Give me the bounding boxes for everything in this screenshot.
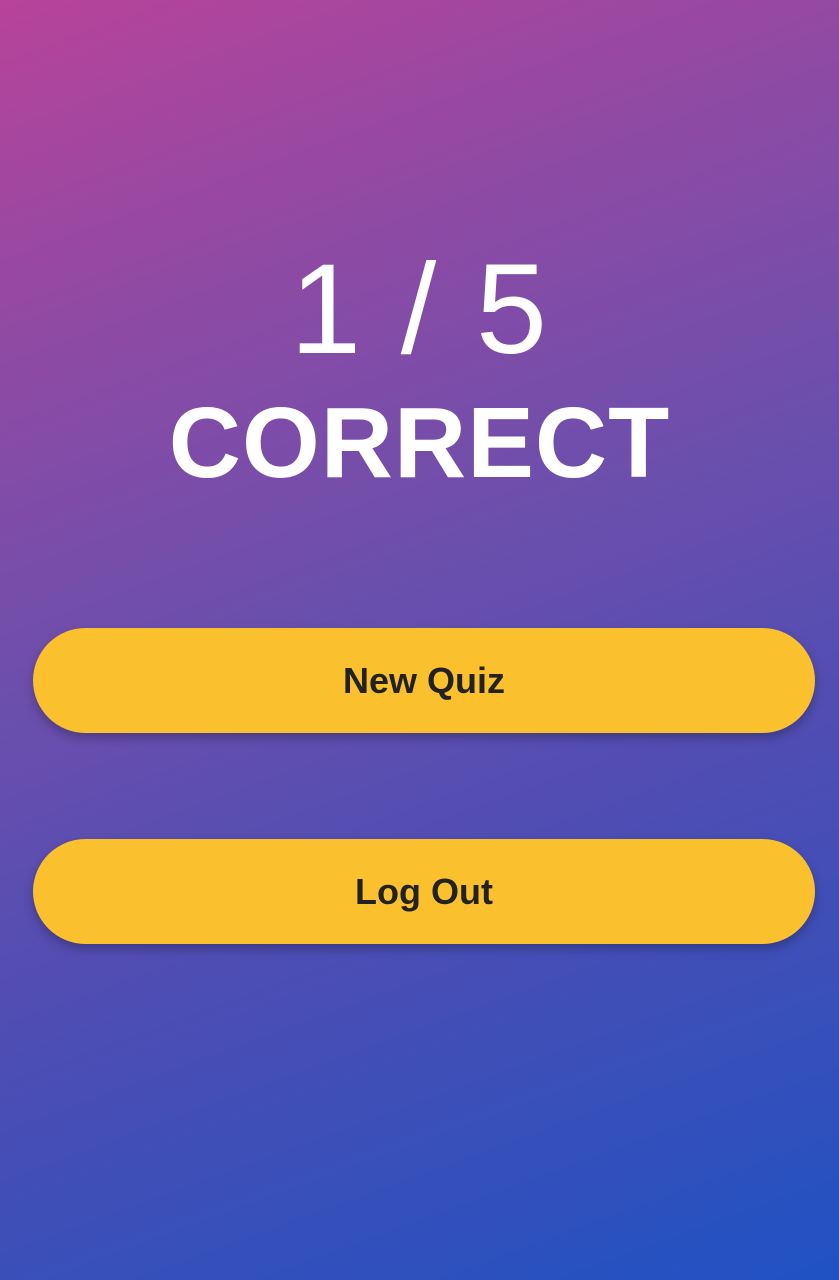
new-quiz-button[interactable]: New Quiz <box>33 628 815 733</box>
score-display: 1 / 5 <box>289 238 550 381</box>
result-label: CORRECT <box>168 387 671 499</box>
log-out-button[interactable]: Log Out <box>33 839 815 944</box>
quiz-result-screen: 1 / 5 CORRECT New Quiz Log Out <box>0 0 839 1280</box>
